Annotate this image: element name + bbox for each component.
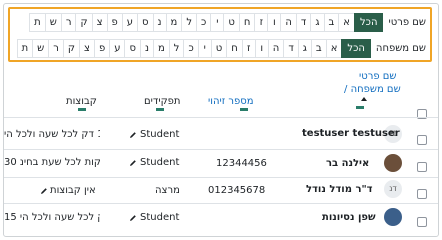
first-name-letter-button[interactable]: ע (121, 13, 139, 32)
groups-column-collapse-icon[interactable] (78, 108, 86, 111)
row-checkbox[interactable] (417, 217, 427, 227)
first-name-letter-button[interactable]: ר (60, 13, 77, 32)
roles-column-collapse-icon[interactable] (156, 108, 164, 111)
first-name-letter-button[interactable]: א (338, 13, 355, 32)
first-name-letter-button[interactable]: ק (75, 13, 93, 32)
first-name-letter-button[interactable]: ו (267, 13, 282, 32)
initials-filter: שם פרטי הכל אבגדהוזחטיכלמנסעפצקרשת שם מש… (8, 7, 432, 62)
role-cell: Student (140, 212, 180, 223)
groups-cell-clip: 15 דק לכל שעה ולכל הי (4, 129, 100, 143)
first-name-letter-button[interactable]: ב (323, 13, 340, 32)
last-name-letter-button[interactable]: פ (93, 39, 111, 58)
pencil-icon[interactable] (129, 159, 137, 167)
first-name-letter-button[interactable]: כ (196, 13, 212, 32)
groups-cell-clip: 30 דקות לכל שעת בחינ (4, 157, 100, 171)
last-name-letter-button[interactable]: מ (152, 39, 170, 58)
first-name-letter-button[interactable]: ת (29, 13, 46, 32)
last-name-letter-button[interactable]: ע (109, 39, 126, 58)
last-name-letter-button[interactable]: נ (139, 39, 154, 58)
user-name-link[interactable]: testuser testuser (302, 128, 400, 139)
avatar (384, 208, 402, 226)
user-name-link[interactable]: אילנה בר (326, 158, 369, 169)
last-name-letter-button[interactable]: ד (283, 39, 299, 58)
last-name-all-button[interactable]: הכל (341, 39, 371, 58)
pencil-icon[interactable] (129, 131, 137, 139)
last-name-letter-button[interactable]: ג (297, 39, 312, 58)
last-name-letter-button[interactable]: ס (124, 39, 141, 58)
last-name-letter-button[interactable]: ה (267, 39, 285, 58)
first-name-all-button[interactable]: הכל (353, 13, 384, 32)
first-name-letter-button[interactable]: ל (181, 13, 198, 32)
groups-column-header: קבוצות (66, 96, 97, 107)
user-name-link[interactable]: ד"ר מודל נודל (306, 184, 373, 195)
row-checkbox[interactable] (417, 135, 427, 145)
last-name-letter-button[interactable]: ח (226, 39, 243, 58)
last-name-letter-button[interactable]: ו (254, 39, 269, 58)
groups-cell: 15 דק לכל שעה ולכל הי (4, 129, 100, 140)
name-column-collapse-icon[interactable] (356, 106, 364, 109)
pencil-icon[interactable] (129, 214, 137, 222)
last-name-letter-button[interactable]: ת (16, 39, 34, 58)
avatar (384, 154, 402, 172)
last-name-letter-button[interactable]: ב (310, 39, 327, 58)
header-divider (4, 117, 438, 118)
idnumber-column-collapse-icon[interactable] (240, 108, 248, 111)
first-name-filter-row: שם פרטי הכל אבגדהוזחטיכלמנסעפצקרשת (29, 12, 430, 33)
participants-panel: שם פרטי הכל אבגדהוזחטיכלמנסעפצקרשת שם מש… (3, 3, 439, 237)
groups-cell: 15 דק לכל שעה ולכל הי (4, 212, 100, 223)
row-divider (4, 149, 438, 150)
last-name-letter-button[interactable]: ז (241, 39, 256, 58)
first-name-letter-button[interactable]: צ (91, 13, 108, 32)
first-name-filter-label: שם פרטי (388, 17, 426, 28)
last-name-filter-label: שם משפחה (375, 43, 426, 54)
first-name-letter-button[interactable]: י (210, 13, 225, 32)
user-name-link[interactable]: שפן נסיונות (322, 212, 376, 223)
last-name-letter-button[interactable]: צ (79, 39, 95, 58)
first-name-letter-button[interactable]: נ (152, 13, 167, 32)
idnumber-cell: 12344456 (216, 158, 267, 169)
row-checkbox[interactable] (417, 162, 427, 172)
first-name-letter-button[interactable]: ש (44, 13, 62, 32)
first-name-letter-button[interactable]: ס (137, 13, 154, 32)
sort-asc-icon (361, 97, 367, 101)
first-name-letter-button[interactable]: מ (165, 13, 183, 32)
idnumber-cell: 012345678 (208, 185, 266, 196)
first-name-letter-button[interactable]: ח (238, 13, 256, 32)
last-name-filter-row: שם משפחה הכל אבגדהוזחטיכלמנסעפצקרשת (16, 38, 430, 59)
row-divider (4, 203, 438, 204)
last-name-letter-button[interactable]: ל (168, 39, 185, 58)
first-name-letter-button[interactable]: ג (310, 13, 325, 32)
first-name-letter-button[interactable]: פ (106, 13, 123, 32)
row-divider (4, 177, 438, 178)
sort-last-name-link[interactable]: / שם משפחה (344, 84, 401, 95)
first-name-letter-button[interactable]: ט (223, 13, 240, 32)
first-name-letter-button[interactable]: ד (295, 13, 312, 32)
first-name-letter-button[interactable]: ה (280, 13, 297, 32)
role-cell: Student (140, 157, 180, 168)
last-name-letter-button[interactable]: ט (210, 39, 228, 58)
sort-idnumber-link[interactable]: מספר זיהוי (208, 96, 254, 107)
last-name-letter-button[interactable]: ר (48, 39, 64, 58)
sort-first-name-link[interactable]: שם פרטי (359, 71, 397, 82)
roles-column-header: תפקידים (144, 96, 181, 107)
last-name-letter-button[interactable]: י (197, 39, 212, 58)
last-name-letter-button[interactable]: ק (62, 39, 80, 58)
first-name-letter-button[interactable]: ז (254, 13, 269, 32)
avatar: דנ (384, 180, 402, 198)
last-name-letter-button[interactable]: כ (183, 39, 199, 58)
last-name-letter-button[interactable]: א (325, 39, 343, 58)
groups-cell-clip: 15 דק לכל שעה ולכל הי (4, 212, 100, 226)
groups-cell: אין קבוצות (50, 185, 96, 196)
role-cell: מרצה (155, 185, 180, 196)
groups-cell: 30 דקות לכל שעת בחינ (4, 157, 100, 168)
row-checkbox[interactable] (417, 189, 427, 199)
last-name-letter-button[interactable]: ש (32, 39, 50, 58)
pencil-icon[interactable] (40, 187, 48, 195)
role-cell: Student (140, 129, 180, 140)
